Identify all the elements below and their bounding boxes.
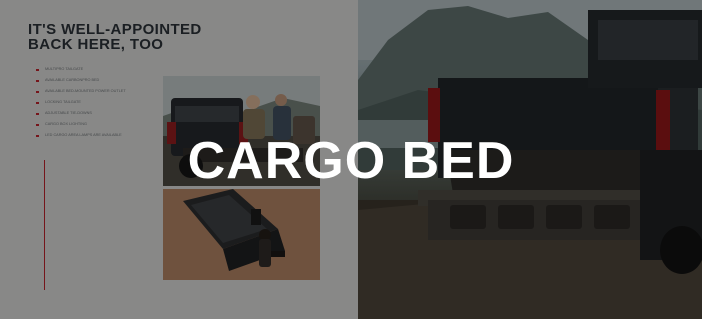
section-title: CARGO BED <box>187 132 515 190</box>
brochure-spread: IT'S WELL-APPOINTED BACK HERE, TOO MULTI… <box>0 0 702 319</box>
